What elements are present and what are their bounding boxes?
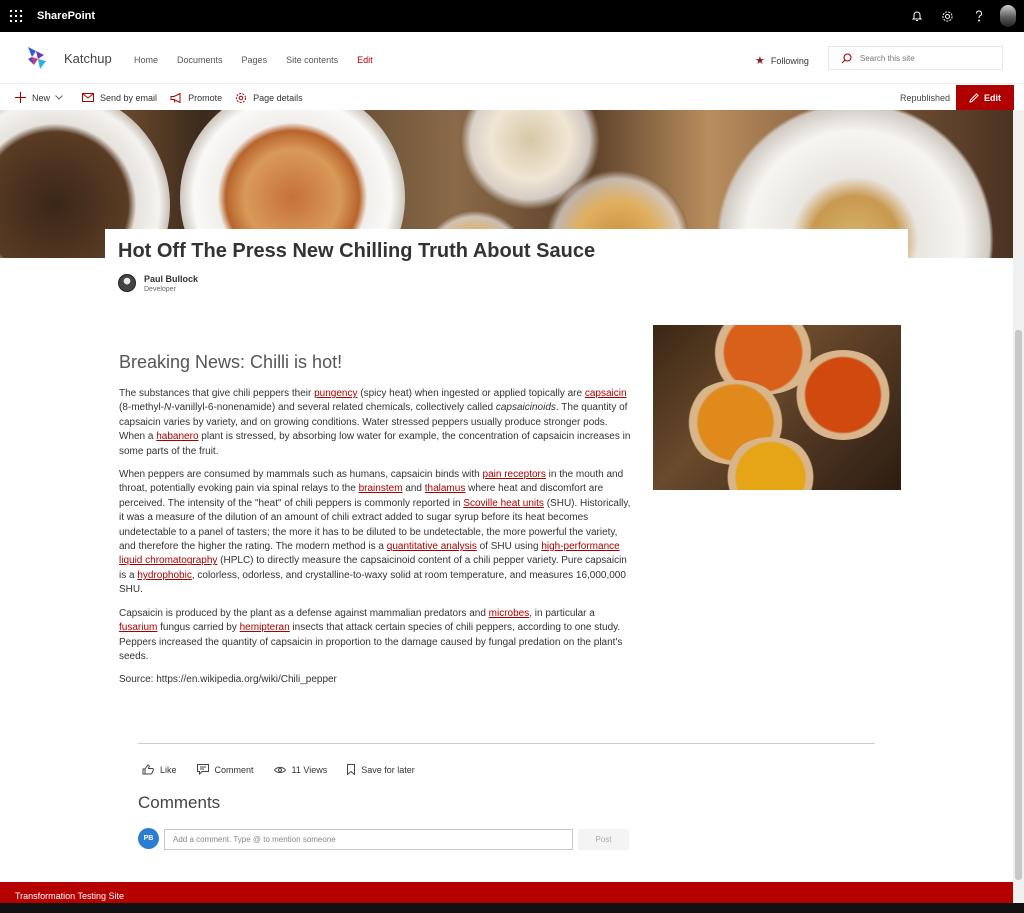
- gear-icon: [236, 92, 247, 103]
- link-fusarium[interactable]: fusarium: [119, 622, 157, 633]
- suite-bar: SharePoint: [0, 0, 1024, 32]
- site-header: Katchup Home Documents Pages Site conten…: [0, 32, 1024, 84]
- article-source: Source: https://en.wikipedia.org/wiki/Ch…: [119, 674, 337, 686]
- search-box[interactable]: Search this site: [828, 46, 1003, 70]
- mail-icon: [82, 93, 95, 102]
- text: (spicy heat) when ingested or applied to…: [357, 388, 585, 399]
- text: When peppers are consumed by mammals suc…: [119, 469, 483, 481]
- divider: [138, 743, 875, 744]
- site-logo-icon[interactable]: [24, 45, 50, 71]
- text: Capsaicin is produced by the plant as a …: [119, 607, 489, 619]
- sharepoint-brand-link[interactable]: SharePoint: [37, 10, 95, 22]
- comment-input[interactable]: Add a comment. Type @ to mention someone: [164, 829, 573, 850]
- site-title[interactable]: Katchup: [64, 51, 112, 66]
- save-for-later-button[interactable]: Save for later: [347, 764, 415, 775]
- social-bar: Like Comment 11 Views Save for later: [142, 764, 435, 775]
- plus-icon: [15, 92, 26, 103]
- text: (8-methyl-: [119, 402, 165, 414]
- link-pungency[interactable]: pungency: [314, 388, 357, 399]
- text-italic: capsaicinoids: [495, 402, 556, 414]
- notifications-bell-icon[interactable]: [901, 0, 932, 32]
- thumbs-up-icon: [142, 764, 154, 775]
- bookmark-icon: [347, 764, 356, 775]
- save-label: Save for later: [361, 764, 415, 775]
- page-title: Hot Off The Press New Chilling Truth Abo…: [118, 240, 596, 262]
- comment-label: Comment: [214, 764, 254, 775]
- nav-pages[interactable]: Pages: [242, 55, 268, 65]
- spices-image: [653, 325, 901, 490]
- search-icon: [841, 52, 852, 63]
- text: The substances that give chili peppers t…: [119, 388, 315, 399]
- bottom-bar: [0, 903, 1024, 913]
- eye-icon: [273, 766, 286, 773]
- text: fungus carried by: [157, 622, 240, 634]
- nav-site-contents[interactable]: Site contents: [286, 55, 338, 65]
- link-capsaicin[interactable]: capsaicin: [585, 388, 627, 399]
- link-hydrophobic[interactable]: hydrophobic: [137, 570, 191, 581]
- like-label: Like: [160, 764, 177, 775]
- comments-heading: Comments: [138, 793, 221, 812]
- send-by-email-button[interactable]: Send by email: [82, 93, 157, 103]
- page-details-label: Page details: [253, 92, 303, 103]
- command-bar: New Send by email Promote Page details R…: [0, 85, 1024, 110]
- following-label: Following: [770, 55, 809, 66]
- settings-gear-icon[interactable]: [932, 0, 963, 32]
- post-button[interactable]: Post: [578, 829, 629, 850]
- scrollbar-thumb[interactable]: [1015, 330, 1022, 880]
- link-thalamus[interactable]: thalamus: [425, 483, 466, 494]
- new-button[interactable]: New: [15, 92, 69, 103]
- article-paragraph-2: When peppers are consumed by mammals suc…: [119, 468, 634, 598]
- nav-home[interactable]: Home: [134, 55, 158, 65]
- site-footer: Transformation Testing Site: [0, 882, 1013, 903]
- edit-button[interactable]: Edit: [956, 85, 1014, 110]
- promote-label: Promote: [188, 92, 223, 103]
- link-brainstem[interactable]: brainstem: [359, 483, 403, 494]
- article-body: Breaking News: Chilli is hot! The substa…: [119, 352, 634, 697]
- link-pain-receptors[interactable]: pain receptors: [483, 469, 546, 480]
- megaphone-icon: [170, 92, 181, 103]
- promote-button[interactable]: Promote: [170, 92, 223, 103]
- text: and: [402, 483, 425, 495]
- search-input[interactable]: Search this site: [860, 54, 915, 63]
- article-paragraph-1: The substances that give chili peppers t…: [119, 387, 634, 459]
- nav-documents[interactable]: Documents: [177, 55, 223, 65]
- app-launcher-icon[interactable]: [1, 0, 31, 32]
- link-habanero[interactable]: habanero: [156, 431, 198, 442]
- author-avatar[interactable]: [118, 274, 136, 292]
- new-label: New: [32, 92, 51, 103]
- chevron-down-icon: [55, 95, 63, 100]
- edit-label: Edit: [984, 92, 1001, 103]
- comment-button[interactable]: Comment: [196, 764, 254, 775]
- commenter-avatar: PB: [138, 828, 159, 849]
- link-scoville-heat-units[interactable]: Scoville heat units: [463, 498, 544, 509]
- link-microbes[interactable]: microbes: [489, 608, 530, 619]
- send-label: Send by email: [100, 92, 158, 103]
- text: , in particular a: [529, 607, 595, 619]
- link-hemipteran[interactable]: hemipteran: [240, 622, 290, 633]
- article-paragraph-3: Capsaicin is produced by the plant as a …: [119, 607, 634, 665]
- page-details-button[interactable]: Page details: [235, 92, 303, 104]
- text: of SHU using: [476, 541, 542, 553]
- user-avatar[interactable]: [1000, 5, 1016, 27]
- views-label: 11 Views: [291, 764, 328, 775]
- views-count: 11 Views: [273, 764, 328, 775]
- text: , colorless, odorless, and crystalline-t…: [119, 569, 626, 596]
- text: -vanillyl-6-nonenamide) and several rela…: [171, 402, 496, 414]
- pencil-icon: [969, 92, 979, 103]
- author-role: Developer: [144, 286, 176, 293]
- star-icon: ★: [755, 55, 765, 67]
- nav-edit[interactable]: Edit: [357, 55, 373, 65]
- link-quantitative-analysis[interactable]: quantitative analysis: [387, 541, 477, 552]
- following-button[interactable]: ★ Following: [755, 54, 809, 67]
- top-navigation: Home Documents Pages Site contents Edit: [134, 55, 392, 65]
- author-name[interactable]: Paul Bullock: [144, 274, 198, 284]
- article-heading: Breaking News: Chilli is hot!: [119, 352, 343, 372]
- publish-status: Republished: [900, 93, 951, 103]
- help-question-icon[interactable]: [963, 0, 994, 32]
- comment-icon: [196, 764, 209, 775]
- like-button[interactable]: Like: [142, 764, 177, 775]
